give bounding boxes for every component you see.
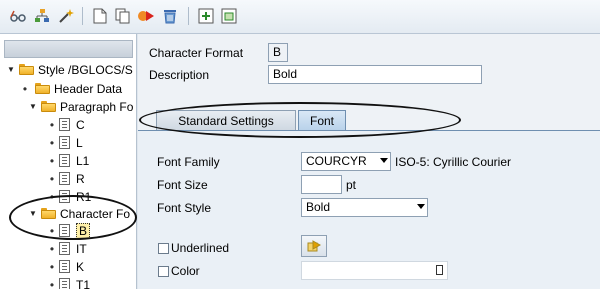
tree-node-k[interactable]: • K <box>45 257 84 276</box>
add-icon[interactable] <box>196 6 216 26</box>
expand-arrow-icon[interactable]: ▼ <box>6 65 16 74</box>
color-field[interactable] <box>301 261 448 280</box>
frame-icon[interactable] <box>219 6 239 26</box>
font-family-label: Font Family <box>157 155 220 169</box>
copy-icon[interactable] <box>113 6 133 26</box>
tree-node-paragraph-formats[interactable]: ▼ Paragraph Fo <box>28 97 133 116</box>
document-icon <box>59 278 70 289</box>
font-size-label: Font Size <box>157 178 208 192</box>
tree-node-label: C <box>76 117 85 132</box>
expand-arrow-icon[interactable]: ▼ <box>28 102 38 111</box>
tree-header <box>4 40 133 58</box>
tree-node-style[interactable]: ▼ Style /BGLOCS/S <box>6 60 133 79</box>
font-style-value: Bold <box>306 200 331 214</box>
arrow-right-icon <box>307 240 321 252</box>
font-settings-panel: Font Family COURCYR ISO-5: Cyrillic Cour… <box>138 130 600 289</box>
folder-icon <box>41 101 56 112</box>
font-size-input[interactable] <box>301 175 342 194</box>
folder-icon <box>19 64 34 75</box>
underlined-checkbox[interactable] <box>158 243 169 254</box>
color-label: Color <box>171 264 200 278</box>
font-family-description: ISO-5: Cyrillic Courier <box>395 155 512 169</box>
chevron-down-icon <box>417 204 425 209</box>
tree-node-l[interactable]: • L <box>45 133 83 152</box>
bullet-icon: • <box>49 171 55 186</box>
tree-node-c[interactable]: • C <box>45 115 85 134</box>
tree-node-label: K <box>76 259 85 274</box>
bullet-icon: • <box>49 135 55 150</box>
document-icon <box>59 118 70 131</box>
character-format-field: B <box>268 43 288 62</box>
activate-icon[interactable] <box>136 6 156 26</box>
delete-icon[interactable] <box>160 6 180 26</box>
tree-node-label: L <box>76 135 83 150</box>
folder-icon <box>35 83 50 94</box>
chevron-down-icon <box>380 158 388 163</box>
tree-node-t1[interactable]: • T1 <box>45 275 90 289</box>
tree-node-label: L1 <box>76 153 90 168</box>
document-icon <box>59 136 70 149</box>
hierarchy-icon[interactable] <box>32 6 52 26</box>
font-size-unit: pt <box>346 178 357 192</box>
description-label: Description <box>149 68 210 82</box>
bullet-icon: • <box>49 277 55 289</box>
glasses-icon[interactable] <box>8 6 28 26</box>
tree-node-r[interactable]: • R <box>45 169 85 188</box>
forward-button[interactable] <box>301 235 327 257</box>
font-style-select[interactable]: Bold <box>301 198 428 217</box>
tree-node-l1[interactable]: • L1 <box>45 151 89 170</box>
detail-panel: Character Format B Description Bold Stan… <box>138 34 600 289</box>
description-field[interactable]: Bold <box>268 65 482 84</box>
character-format-highlight-annotation <box>9 195 137 240</box>
toolbar <box>0 0 600 34</box>
font-family-value: COURCYR <box>306 154 367 168</box>
tree-node-label: T1 <box>76 277 91 289</box>
navigation-tree: ▼ Style /BGLOCS/S • Header Data ▼ Paragr… <box>0 34 137 289</box>
new-document-icon[interactable] <box>90 6 110 26</box>
bullet-icon: • <box>49 241 55 256</box>
document-icon <box>59 242 70 255</box>
color-checkbox[interactable] <box>158 266 169 277</box>
tree-node-it[interactable]: • IT <box>45 239 87 258</box>
font-family-select[interactable]: COURCYR <box>301 152 391 171</box>
underlined-label: Underlined <box>171 241 230 255</box>
magic-wand-icon[interactable] <box>56 6 76 26</box>
bullet-icon: • <box>49 153 55 168</box>
tree-node-header-data[interactable]: • Header Data <box>18 79 122 98</box>
font-style-label: Font Style <box>157 201 212 215</box>
tree-node-label: Style /BGLOCS/S <box>38 62 133 77</box>
bullet-icon: • <box>49 259 55 274</box>
tree-node-label: Header Data <box>54 81 123 96</box>
tree-node-label: R <box>76 171 85 186</box>
value-help-icon[interactable] <box>436 265 443 275</box>
document-icon <box>59 172 70 185</box>
tree-node-label: Paragraph Fo <box>60 99 134 114</box>
bullet-icon: • <box>49 117 55 132</box>
bullet-icon: • <box>22 81 28 96</box>
character-format-label: Character Format <box>149 46 244 60</box>
tree-node-label: IT <box>76 241 87 256</box>
document-icon <box>59 154 70 167</box>
tabs-highlight-annotation <box>139 102 461 138</box>
document-icon <box>59 260 70 273</box>
